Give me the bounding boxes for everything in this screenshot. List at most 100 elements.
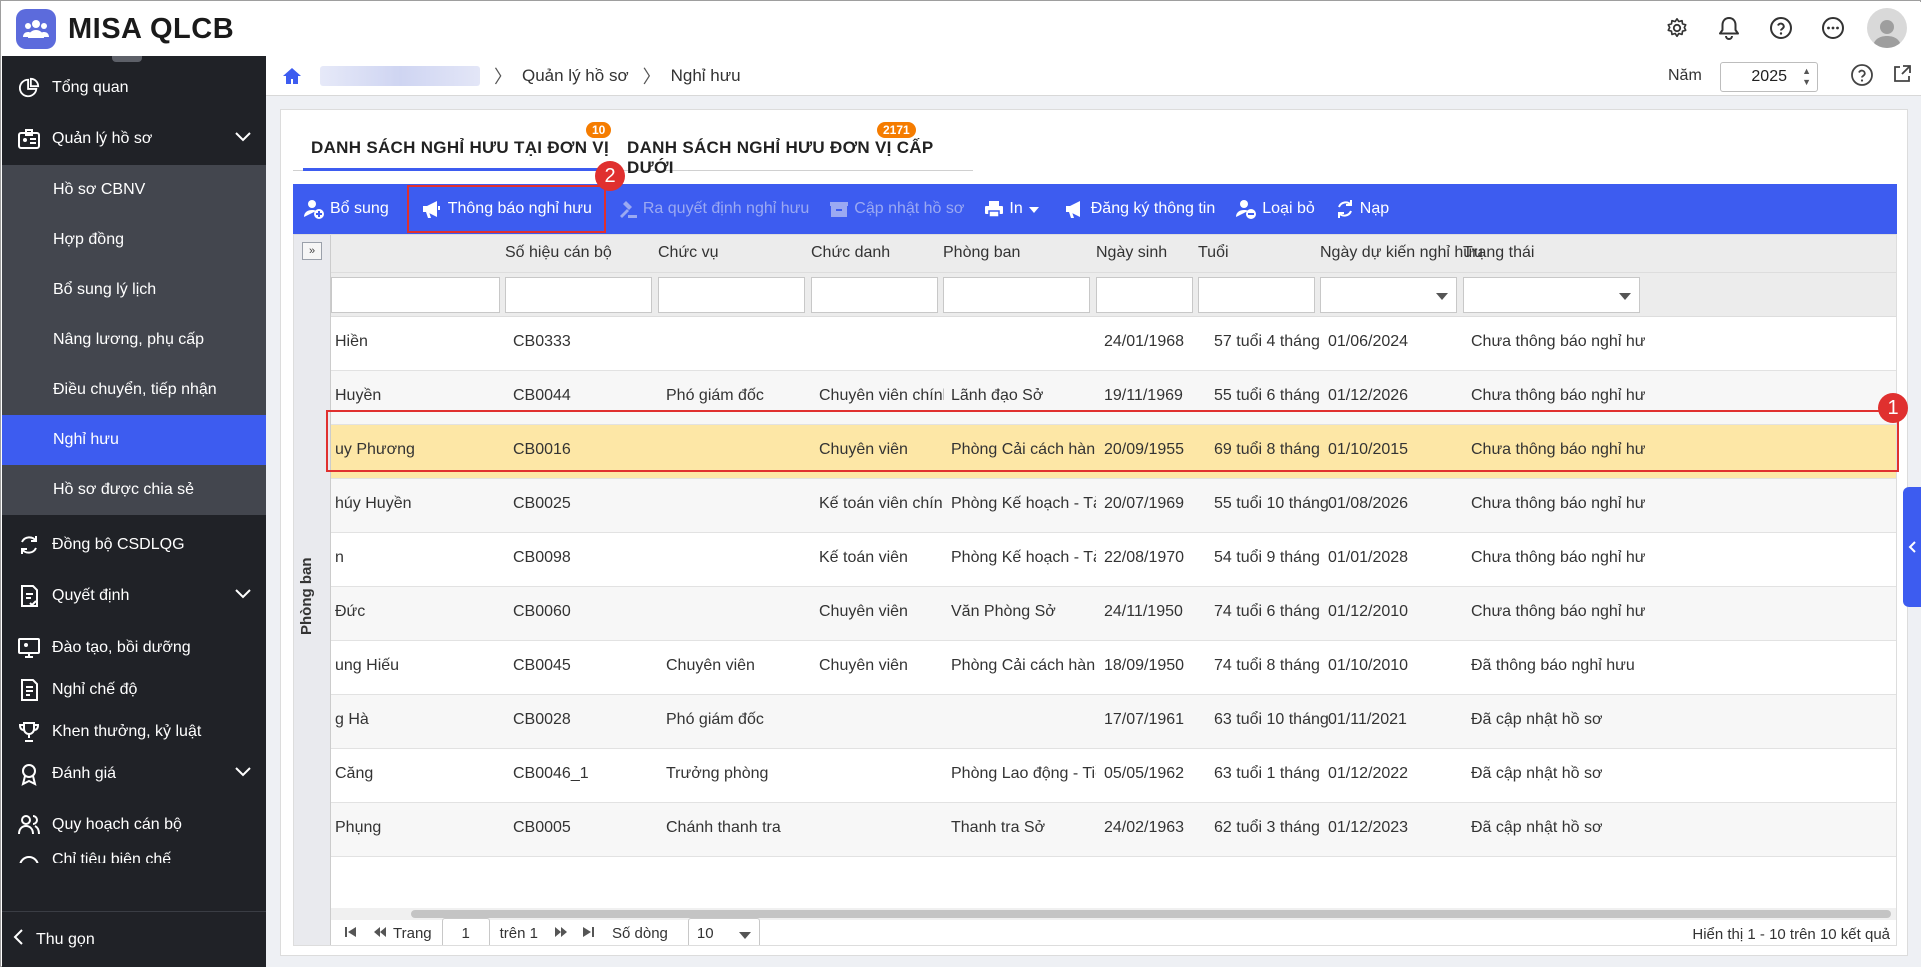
table-row[interactable]: húy Huyền CB0025 Kế toán viên chín... Phòng…: [331, 479, 1896, 533]
sidebar-subitem-staff-records[interactable]: Hồ sơ CBNV: [2, 165, 266, 215]
table-cell: Chuyên viên: [819, 441, 908, 458]
table-cell: 01/06/2024: [1328, 333, 1409, 350]
column-header[interactable]: Ngày sinh: [1096, 244, 1167, 262]
right-panel-toggle[interactable]: [1903, 487, 1921, 607]
sidebar-subitem-resume-supplement[interactable]: Bổ sung lý lịch: [2, 265, 266, 315]
table-cell: 01/10/2010: [1328, 657, 1409, 674]
horizontal-scrollbar[interactable]: [331, 908, 1896, 920]
sidebar-item-leave[interactable]: Nghỉ chế độ: [2, 666, 266, 714]
expand-panel-button[interactable]: »: [302, 242, 322, 260]
sidebar-subitem-transfer[interactable]: Điều chuyển, tiếp nhận: [2, 365, 266, 415]
register-info-button[interactable]: Đăng ký thông tin: [1054, 184, 1226, 234]
sidebar-collapse-button[interactable]: Thu gọn: [2, 911, 266, 967]
filter-input-title[interactable]: [811, 277, 938, 313]
table-row[interactable]: uy Phương CB0016 Chuyên viên Phòng Cải cách…: [331, 425, 1896, 479]
table-cell: 24/02/1963: [1104, 819, 1185, 836]
table-cell: Trưởng phòng: [666, 765, 769, 782]
sidebar-item-evaluation[interactable]: Đánh giá: [2, 750, 266, 798]
table-cell: 74 tuổi 8 tháng: [1214, 657, 1320, 674]
breadcrumb-unit-redacted[interactable]: [320, 65, 480, 86]
sidebar-collapse-label: Thu gọn: [36, 930, 95, 948]
chevron-up-icon[interactable]: [234, 129, 252, 147]
sidebar-subitem-salary-allowance[interactable]: Nâng lương, phụ cấp: [2, 315, 266, 365]
filter-input-staff-code[interactable]: [505, 277, 652, 313]
sidebar-item-quota[interactable]: Chỉ tiêu biên chế: [2, 843, 266, 863]
table-cell: Thanh tra Sở: [951, 819, 1046, 836]
table-cell: 55 tuổi 6 tháng: [1214, 387, 1320, 404]
table-row[interactable]: Căng CB0046_1 Trưởng phòng Phòng Lao động -…: [331, 749, 1896, 803]
settings-icon[interactable]: [1659, 10, 1695, 46]
evaluation-icon: [14, 759, 44, 789]
year-input[interactable]: 2025 ▲ ▼: [1720, 62, 1818, 92]
department-panel-label[interactable]: Phòng ban: [298, 558, 315, 636]
bell-icon[interactable]: [1711, 10, 1747, 46]
column-header[interactable]: Phòng ban: [943, 244, 1020, 262]
retirement-decision-button[interactable]: Ra quyết định nghỉ hưu: [608, 184, 819, 234]
table-row[interactable]: ung Hiếu CB0045 Chuyên viên Chuyên viên Phòn…: [331, 641, 1896, 695]
top-bar: MISA QLCB: [2, 2, 1921, 56]
column-header[interactable]: Chức danh: [811, 244, 890, 262]
more-icon[interactable]: [1815, 10, 1851, 46]
table-cell: 01/12/2010: [1328, 603, 1409, 620]
column-header[interactable]: Chức vụ: [658, 244, 719, 262]
table-row[interactable]: Đức CB0060 Chuyên viên Văn Phòng Sở 24/11/19…: [331, 587, 1896, 641]
sidebar-subitem-retirement[interactable]: Nghỉ hưu: [2, 415, 266, 465]
trophy-icon: [14, 717, 44, 747]
tab-label: DANH SÁCH NGHỈ HƯU ĐƠN VỊ CẤP DƯỚI: [627, 138, 934, 177]
filter-input-position[interactable]: [658, 277, 805, 313]
tab-unit-retirement[interactable]: DANH SÁCH NGHỈ HƯU TẠI ĐƠN VỊ: [303, 138, 617, 171]
add-button[interactable]: Bổ sung: [293, 184, 399, 234]
remove-button[interactable]: Loại bỏ: [1225, 184, 1325, 234]
rows-per-page-select[interactable]: 10: [687, 917, 760, 945]
sidebar-item-decisions[interactable]: Quyết định: [2, 572, 266, 620]
sidebar-item-rewards[interactable]: Khen thưởng, kỷ luật: [2, 708, 266, 756]
table-row[interactable]: Huyền CB0044 Phó giám đốc Chuyên viên chính…: [331, 371, 1896, 425]
table-cell: Chuyên viên: [819, 603, 908, 620]
sidebar-item-planning[interactable]: Quy hoạch cán bộ: [2, 801, 266, 849]
column-header[interactable]: Số hiệu cán bộ: [505, 244, 612, 262]
reload-button[interactable]: Nạp: [1325, 184, 1399, 234]
sidebar-item-label: Khen thưởng, kỷ luật: [52, 723, 202, 740]
filter-input-birthdate[interactable]: [1096, 277, 1193, 313]
user-avatar[interactable]: [1867, 8, 1907, 48]
tab-badge-count: 2171: [877, 122, 916, 138]
page-input[interactable]: 1: [441, 917, 490, 945]
sidebar-subitem-contracts[interactable]: Hợp đồng: [2, 215, 266, 265]
column-header[interactable]: Tuổi: [1198, 244, 1229, 262]
table-row[interactable]: Hiền CB0333 24/01/1968 57 tuổi 4 tháng 01/06…: [331, 317, 1896, 371]
update-profile-button[interactable]: Cập nhật hồ sơ: [819, 184, 974, 234]
breadcrumb-item-profiles[interactable]: Quản lý hồ sơ: [522, 66, 629, 86]
column-header[interactable]: Trạng thái: [1463, 244, 1534, 262]
notify-retirement-button[interactable]: Thông báo nghỉ hưu: [405, 183, 608, 235]
next-page-icon[interactable]: [554, 925, 568, 942]
filter-input-age[interactable]: [1198, 277, 1315, 313]
sidebar-item-profiles[interactable]: Quản lý hồ sơ: [2, 115, 266, 163]
chevron-down-icon[interactable]: [234, 764, 252, 782]
sidebar-subitem-shared-records[interactable]: Hồ sơ được chia sẻ: [2, 465, 266, 515]
prev-page-icon[interactable]: [373, 925, 387, 942]
scrollbar-thumb[interactable]: [411, 910, 1891, 918]
open-window-icon[interactable]: [1892, 64, 1912, 89]
help-icon[interactable]: [1763, 10, 1799, 46]
table-row[interactable]: Phụng CB0005 Chánh thanh tra Thanh tra Sở 24…: [331, 803, 1896, 857]
year-spinner-icon[interactable]: ▲ ▼: [1802, 66, 1811, 88]
help-icon[interactable]: [1850, 63, 1874, 92]
sidebar-item-sync[interactable]: Đồng bộ CSDLQG: [2, 521, 266, 569]
gavel-icon: [619, 201, 637, 218]
tab-subordinate-retirement[interactable]: DANH SÁCH NGHỈ HƯU ĐƠN VỊ CẤP DƯỚI: [619, 138, 973, 188]
print-button[interactable]: In: [974, 184, 1053, 234]
filter-input-name[interactable]: [331, 277, 500, 313]
first-page-icon[interactable]: [345, 925, 357, 942]
filter-input-department[interactable]: [943, 277, 1090, 313]
last-page-icon[interactable]: [582, 925, 594, 942]
table-row[interactable]: g Hà CB0028 Phó giám đốc 17/07/1961 63 tuổi …: [331, 695, 1896, 749]
filter-select-status[interactable]: [1463, 277, 1640, 313]
table-cell: 63 tuổi 1 tháng: [1214, 765, 1320, 782]
chevron-down-icon[interactable]: [234, 586, 252, 604]
table-row[interactable]: n CB0098 Kế toán viên Phòng Kế hoạch - Tài.…: [331, 533, 1896, 587]
column-header[interactable]: Ngày dự kiến nghỉ hưu: [1320, 244, 1483, 262]
sidebar-item-overview[interactable]: Tổng quan: [2, 64, 266, 112]
sidebar-item-training[interactable]: Đào tạo, bồi dưỡng: [2, 624, 266, 672]
filter-select-retire-date[interactable]: [1320, 277, 1457, 313]
home-icon[interactable]: [282, 65, 304, 87]
